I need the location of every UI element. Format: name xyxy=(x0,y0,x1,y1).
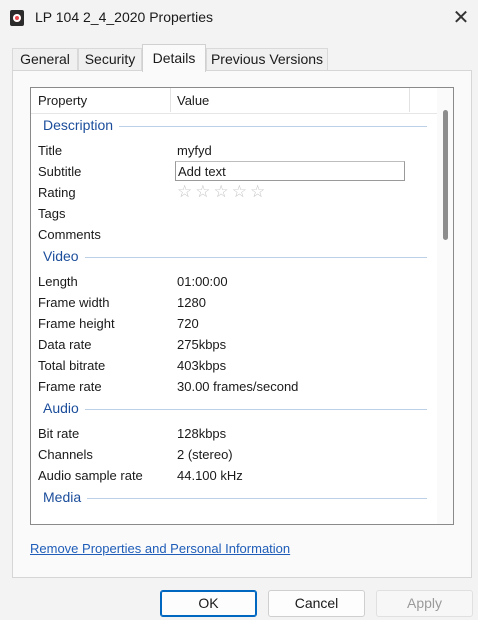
property-value: 403kbps xyxy=(177,358,227,373)
apply-button[interactable]: Apply xyxy=(376,590,473,617)
property-name: Frame height xyxy=(38,316,115,331)
property-name: Total bitrate xyxy=(38,358,106,373)
section-label: Description xyxy=(43,117,120,133)
property-row-tags[interactable]: Tags xyxy=(31,203,437,224)
section-divider xyxy=(43,257,427,258)
section-label: Media xyxy=(43,489,88,505)
section-label: Audio xyxy=(43,400,85,416)
vertical-scrollbar[interactable] xyxy=(437,88,453,524)
property-value: 30.00 frames/second xyxy=(177,379,299,394)
column-header-property[interactable]: Property xyxy=(38,93,87,108)
property-value: 01:00:00 xyxy=(177,274,228,289)
column-divider[interactable] xyxy=(170,88,171,112)
property-name: Audio sample rate xyxy=(38,468,143,483)
column-divider[interactable] xyxy=(409,88,410,112)
property-value: 2 (stereo) xyxy=(177,447,233,462)
property-row-audio-sample-rate[interactable]: Audio sample rate 44.100 kHz xyxy=(31,465,437,486)
property-row-rating[interactable]: Rating ☆☆☆☆☆ xyxy=(31,182,437,203)
remove-properties-link[interactable]: Remove Properties and Personal Informati… xyxy=(30,541,290,556)
scrollbar-thumb[interactable] xyxy=(443,110,448,240)
cancel-button[interactable]: Cancel xyxy=(268,590,365,617)
property-row-frame-rate[interactable]: Frame rate 30.00 frames/second xyxy=(31,376,437,397)
subtitle-input[interactable]: Add text xyxy=(175,161,405,181)
close-button[interactable]: ✕ xyxy=(446,4,476,32)
section-media: Media xyxy=(31,486,437,512)
property-row-subtitle[interactable]: Subtitle Add text xyxy=(31,161,437,182)
property-value: 720 xyxy=(177,316,199,331)
property-row-length[interactable]: Length 01:00:00 xyxy=(31,271,437,292)
property-name: Bit rate xyxy=(38,426,80,441)
tab-details[interactable]: Details xyxy=(142,44,206,72)
property-row-title[interactable]: Title myfyd xyxy=(31,140,437,161)
property-name: Comments xyxy=(38,227,101,242)
property-name: Length xyxy=(38,274,78,289)
title-bar: LP 104 2_4_2020 Properties ✕ xyxy=(0,0,478,36)
property-row-frame-height[interactable]: Frame height 720 xyxy=(31,313,437,334)
property-row-comments[interactable]: Comments xyxy=(31,224,437,245)
property-name: Rating xyxy=(38,185,76,200)
property-value: myfyd xyxy=(177,143,212,158)
list-header: Property Value xyxy=(31,88,437,114)
property-value: 1280 xyxy=(177,295,206,310)
tab-previous-versions[interactable]: Previous Versions xyxy=(206,48,328,71)
section-label: Video xyxy=(43,248,85,264)
ok-button[interactable]: OK xyxy=(160,590,257,617)
properties-list[interactable]: Property Value Description Title myfyd S… xyxy=(30,87,454,525)
column-header-value[interactable]: Value xyxy=(177,93,209,108)
property-name: Title xyxy=(38,143,63,158)
star-rating-icon[interactable]: ☆☆☆☆☆ xyxy=(177,182,268,202)
list-body: Description Title myfyd Subtitle Add tex… xyxy=(31,114,437,524)
tab-security[interactable]: Security xyxy=(78,48,142,71)
property-value: 44.100 kHz xyxy=(177,468,243,483)
section-video: Video xyxy=(31,245,437,271)
property-row-bit-rate[interactable]: Bit rate 128kbps xyxy=(31,423,437,444)
section-divider xyxy=(43,409,427,410)
dialog-footer: OK Cancel Apply xyxy=(0,580,478,620)
property-row-channels[interactable]: Channels 2 (stereo) xyxy=(31,444,437,465)
video-file-icon xyxy=(10,10,24,26)
section-divider xyxy=(43,498,427,499)
property-row-frame-width[interactable]: Frame width 1280 xyxy=(31,292,437,313)
property-row-total-bitrate[interactable]: Total bitrate 403kbps xyxy=(31,355,437,376)
section-audio: Audio xyxy=(31,397,437,423)
property-name: Frame width xyxy=(38,295,110,310)
window-title: LP 104 2_4_2020 Properties xyxy=(35,9,213,25)
property-value: 275kbps xyxy=(177,337,227,352)
property-row-data-rate[interactable]: Data rate 275kbps xyxy=(31,334,437,355)
property-name: Subtitle xyxy=(38,164,82,179)
section-description: Description xyxy=(31,114,437,140)
details-panel: Property Value Description Title myfyd S… xyxy=(12,70,472,578)
property-name: Data rate xyxy=(38,337,92,352)
property-name: Channels xyxy=(38,447,93,462)
property-name: Tags xyxy=(38,206,66,221)
property-name: Frame rate xyxy=(38,379,102,394)
property-value: 128kbps xyxy=(177,426,227,441)
tab-general[interactable]: General xyxy=(12,48,78,71)
